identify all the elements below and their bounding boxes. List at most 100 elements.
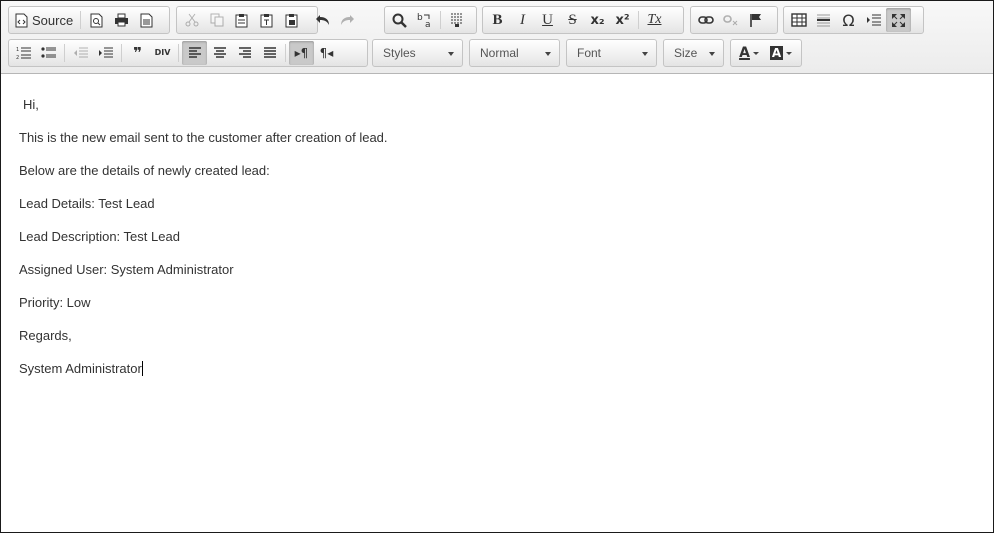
colors-group: A A	[730, 39, 802, 67]
paste-word-icon	[285, 13, 298, 27]
rtl-icon: ¶◂	[319, 46, 334, 60]
chevron-down-icon	[752, 51, 759, 55]
content-line: Priority: Low	[19, 295, 91, 310]
copy-button[interactable]	[204, 8, 229, 32]
font-dropdown[interactable]: Font	[566, 39, 657, 67]
special-char-button[interactable]: Ω	[836, 8, 861, 32]
div-icon: DIV	[154, 48, 171, 57]
omega-icon: Ω	[842, 10, 855, 30]
select-all-button[interactable]	[444, 8, 469, 32]
svg-text:2: 2	[16, 55, 19, 60]
unlink-button[interactable]	[718, 8, 743, 32]
content-line: Hi,	[23, 97, 39, 112]
separator	[80, 11, 82, 29]
superscript-button[interactable]: x²	[610, 8, 635, 32]
templates-button[interactable]	[134, 8, 159, 32]
subscript-button[interactable]: x₂	[585, 8, 610, 32]
source-label: Source	[32, 12, 74, 28]
separator	[440, 11, 441, 29]
underline-icon: U	[542, 11, 553, 28]
justify-button[interactable]	[257, 41, 282, 65]
increase-indent-button[interactable]	[93, 41, 118, 65]
align-left-button[interactable]	[182, 41, 207, 65]
horizontal-rule-icon	[817, 14, 830, 27]
redo-button[interactable]	[335, 8, 360, 32]
maximize-button[interactable]	[886, 8, 911, 32]
font-dropdown-label: Font	[577, 46, 602, 60]
paste-text-button[interactable]	[254, 8, 279, 32]
chevron-down-icon	[448, 52, 454, 56]
separator	[638, 11, 639, 29]
replace-icon: ba	[417, 13, 431, 28]
styles-dropdown[interactable]: Styles	[372, 39, 463, 67]
link-button[interactable]	[693, 8, 718, 32]
strikethrough-icon: S	[568, 11, 577, 28]
preview-button[interactable]	[84, 8, 109, 32]
align-center-button[interactable]	[207, 41, 232, 65]
create-div-button[interactable]: DIV	[150, 41, 175, 65]
ltr-icon: ▸¶	[294, 46, 309, 60]
print-button[interactable]	[109, 8, 134, 32]
table-button[interactable]	[786, 8, 811, 32]
anchor-button[interactable]	[743, 8, 768, 32]
insert-group: Ω	[783, 6, 924, 34]
unlink-icon	[722, 15, 737, 26]
background-color-button[interactable]: A	[765, 41, 797, 65]
copy-icon	[210, 13, 223, 27]
italic-button[interactable]: I	[510, 8, 535, 32]
cut-button[interactable]	[179, 8, 204, 32]
styles-dropdown-label: Styles	[383, 46, 416, 60]
text-direction-ltr-button[interactable]: ▸¶	[289, 41, 314, 65]
bulleted-list-button[interactable]	[36, 41, 61, 65]
superscript-icon: x²	[615, 12, 630, 28]
numbered-list-icon: 12	[16, 47, 31, 60]
size-dropdown-label: Size	[674, 46, 698, 60]
undo-button[interactable]	[310, 8, 335, 32]
chevron-down-icon	[709, 52, 715, 56]
source-icon	[15, 13, 28, 27]
bulleted-list-icon	[41, 47, 56, 58]
page-break-button[interactable]	[861, 8, 886, 32]
search-icon	[392, 13, 407, 28]
underline-button[interactable]: U	[535, 8, 560, 32]
horizontal-rule-button[interactable]	[811, 8, 836, 32]
editing-group: ba	[384, 6, 477, 34]
blockquote-icon: ❞	[133, 44, 142, 62]
templates-icon	[140, 13, 153, 27]
content-line: Below are the details of newly created l…	[19, 163, 270, 178]
italic-icon: I	[520, 11, 525, 28]
blockquote-button[interactable]: ❞	[125, 41, 150, 65]
numbered-list-button[interactable]: 12	[11, 41, 36, 65]
paste-button[interactable]	[229, 8, 254, 32]
subscript-icon: x₂	[590, 12, 605, 28]
cut-icon	[185, 13, 198, 27]
text-direction-rtl-button[interactable]: ¶◂	[314, 41, 339, 65]
size-dropdown[interactable]: Size	[663, 39, 724, 67]
editor-toolbar: Source b a B I U S x₂ x² Tx Ω 1 2 ❞ DIV …	[1, 1, 993, 74]
svg-text:a: a	[425, 20, 431, 28]
clipboard-group	[176, 6, 354, 34]
strikethrough-button[interactable]: S	[560, 8, 585, 32]
text-caret	[141, 361, 143, 376]
find-button[interactable]	[387, 8, 412, 32]
decrease-indent-button[interactable]	[68, 41, 93, 65]
preview-icon	[90, 13, 103, 27]
last-line: System Administrator	[19, 361, 143, 377]
maximize-icon	[892, 13, 905, 27]
replace-button[interactable]: ba	[412, 8, 437, 32]
basic-styles-group: B I U S x₂ x² Tx	[482, 6, 684, 34]
format-dropdown-label: Normal	[480, 46, 519, 60]
remove-format-button[interactable]: Tx	[642, 8, 667, 32]
bold-button[interactable]: B	[485, 8, 510, 32]
document-group: Source	[8, 6, 170, 34]
paragraph-group: 12 ❞ DIV ▸¶ ¶◂	[8, 39, 368, 67]
align-right-button[interactable]	[232, 41, 257, 65]
paste-word-button[interactable]	[279, 8, 304, 32]
format-dropdown[interactable]: Normal	[469, 39, 560, 67]
chevron-down-icon	[545, 52, 551, 56]
source-button[interactable]: Source	[11, 8, 77, 32]
text-color-button[interactable]: A	[733, 41, 765, 65]
outdent-icon	[74, 47, 88, 58]
background-color-icon: A	[769, 46, 784, 60]
align-center-icon	[213, 47, 226, 58]
